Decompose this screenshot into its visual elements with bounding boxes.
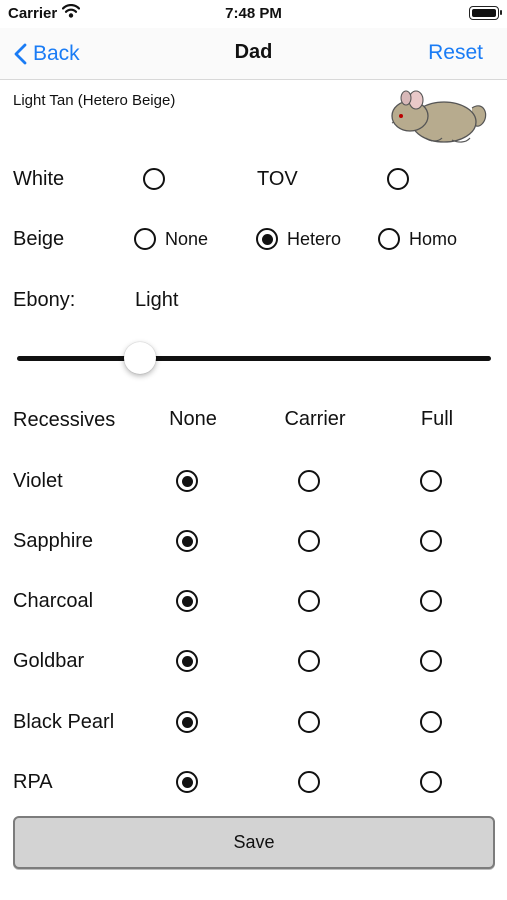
color-description: Light Tan (Hetero Beige) [13, 92, 176, 109]
beige-homo-label: Homo [409, 229, 458, 249]
beige-hetero-radio[interactable] [256, 228, 278, 250]
tov-label: TOV [257, 168, 298, 190]
navigation-bar: Back Dad Reset [0, 28, 507, 80]
reset-button[interactable]: Reset [428, 41, 483, 65]
recessives-header: Recessives [13, 409, 116, 431]
clock: 7:48 PM [225, 5, 282, 22]
recessive-label-violet: Violet [13, 470, 63, 492]
tov-radio[interactable] [387, 168, 409, 190]
beige-label: Beige [13, 228, 65, 250]
beige-none-label: None [165, 229, 209, 249]
violet-carrier-radio[interactable] [298, 470, 320, 492]
recessive-label-charcoal: Charcoal [13, 590, 94, 612]
ebony-slider-thumb[interactable] [124, 342, 157, 374]
ebony-label: Ebony: [13, 289, 76, 311]
status-bar: Carrier 7:48 PM [0, 0, 507, 28]
recessive-label-rpa: RPA [13, 771, 53, 793]
charcoal-full-radio[interactable] [420, 590, 442, 612]
save-label: Save [233, 832, 275, 852]
rpa-carrier-radio[interactable] [298, 771, 320, 793]
rpa-none-radio[interactable] [176, 771, 198, 793]
sapphire-full-radio[interactable] [420, 530, 442, 552]
column-header-carrier: Carrier [284, 408, 346, 430]
recessive-label-sapphire: Sapphire [13, 530, 94, 552]
recessive-label-black-pearl: Black Pearl [13, 711, 115, 733]
goldbar-full-radio[interactable] [420, 650, 442, 672]
rpa-full-radio[interactable] [420, 771, 442, 793]
goldbar-none-radio[interactable] [176, 650, 198, 672]
beige-hetero-label: Hetero [287, 229, 342, 249]
recessive-label-goldbar: Goldbar [13, 650, 85, 672]
beige-none-radio[interactable] [134, 228, 156, 250]
column-header-none: None [169, 408, 217, 430]
black-pearl-none-radio[interactable] [176, 711, 198, 733]
charcoal-carrier-radio[interactable] [298, 590, 320, 612]
save-button[interactable]: Save [13, 816, 495, 869]
sapphire-none-radio[interactable] [176, 530, 198, 552]
black-pearl-carrier-radio[interactable] [298, 711, 320, 733]
beige-homo-radio[interactable] [378, 228, 400, 250]
charcoal-none-radio[interactable] [176, 590, 198, 612]
ebony-value: Light [135, 289, 179, 311]
chinchilla-image [391, 90, 487, 143]
black-pearl-full-radio[interactable] [420, 711, 442, 733]
sapphire-carrier-radio[interactable] [298, 530, 320, 552]
ebony-slider-track[interactable] [17, 356, 491, 361]
white-label: White [13, 168, 65, 190]
column-header-full: Full [420, 408, 454, 430]
violet-full-radio[interactable] [420, 470, 442, 492]
battery-icon [469, 6, 502, 20]
goldbar-carrier-radio[interactable] [298, 650, 320, 672]
violet-none-radio[interactable] [176, 470, 198, 492]
white-radio[interactable] [143, 168, 165, 190]
